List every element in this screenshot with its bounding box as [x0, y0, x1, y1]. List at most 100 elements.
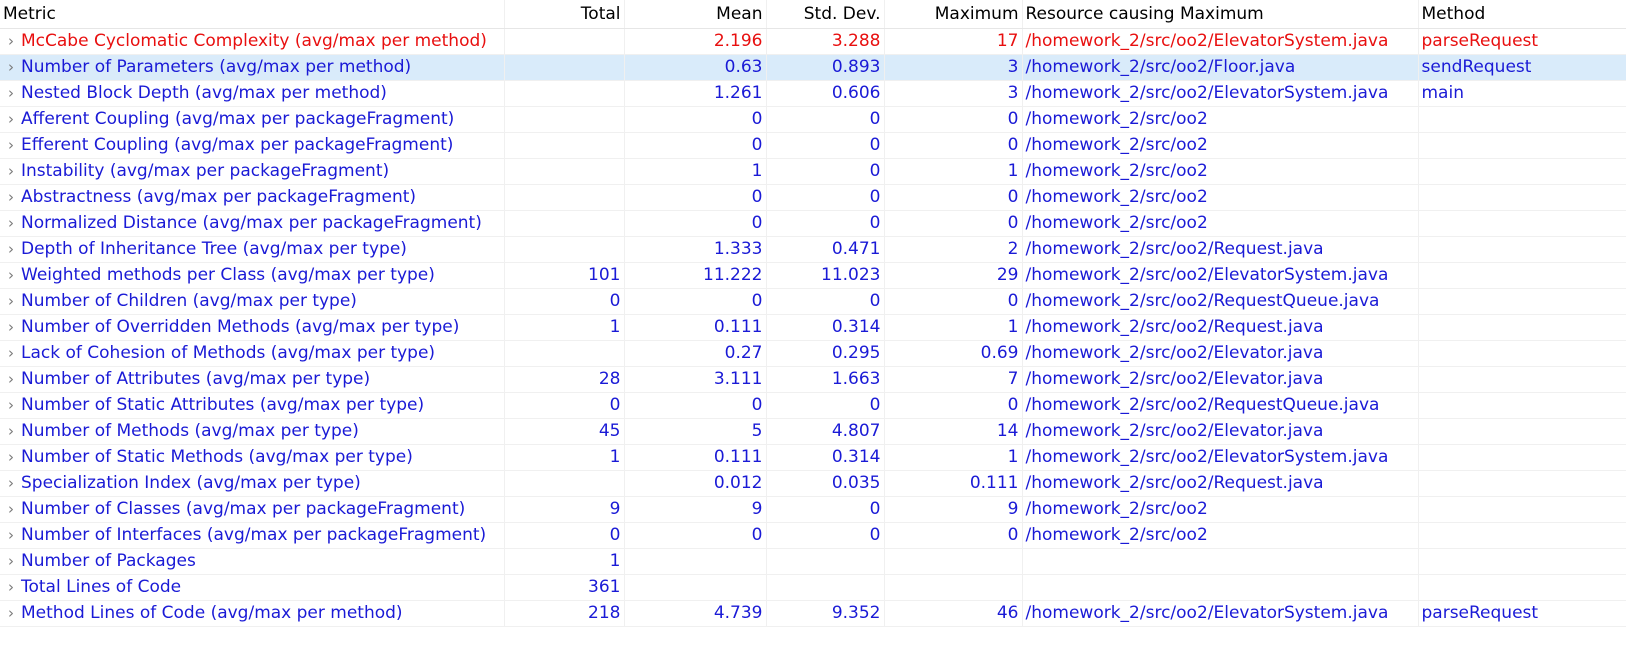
- column-header-maximum[interactable]: Maximum: [884, 0, 1023, 29]
- resource-cell: /homework_2/src/oo2: [1022, 158, 1419, 185]
- column-header-method[interactable]: Method: [1418, 0, 1626, 29]
- table-row[interactable]: › Method Lines of Code (avg/max per metho…: [0, 600, 1626, 627]
- metric-name-cell: › Nested Block Depth (avg/max per method): [0, 80, 505, 107]
- maximum-cell: 1: [884, 444, 1023, 471]
- chevron-right-icon[interactable]: ›: [3, 575, 19, 600]
- table-row[interactable]: › Number of Classes (avg/max per packageF…: [0, 496, 1626, 523]
- table-row[interactable]: › Specialization Index (avg/max per type)…: [0, 470, 1626, 497]
- total-cell: 45: [504, 418, 625, 445]
- table-row[interactable]: › Number of Static Methods (avg/max per t…: [0, 444, 1626, 471]
- table-row[interactable]: › Depth of Inheritance Tree (avg/max per …: [0, 236, 1626, 263]
- column-header-resource[interactable]: Resource causing Maximum: [1022, 0, 1419, 29]
- mean-cell: 0.012: [624, 470, 767, 497]
- chevron-right-icon[interactable]: ›: [3, 393, 19, 418]
- resource-cell: /homework_2/src/oo2: [1022, 132, 1419, 159]
- table-row[interactable]: › Number of Parameters (avg/max per metho…: [0, 54, 1626, 81]
- chevron-right-icon[interactable]: ›: [3, 55, 19, 80]
- chevron-right-icon[interactable]: ›: [3, 263, 19, 288]
- chevron-right-icon[interactable]: ›: [3, 81, 19, 106]
- table-row[interactable]: › McCabe Cyclomatic Complexity (avg/max p…: [0, 28, 1626, 55]
- total-cell: [504, 80, 625, 107]
- std-dev-cell: 9.352: [766, 600, 885, 627]
- chevron-right-icon[interactable]: ›: [3, 107, 19, 132]
- std-dev-cell: 0: [766, 288, 885, 315]
- resource-cell: /homework_2/src/oo2/Elevator.java: [1022, 418, 1419, 445]
- maximum-cell: 0: [884, 522, 1023, 549]
- table-row[interactable]: › Number of Attributes (avg/max per type)…: [0, 366, 1626, 393]
- total-cell: [504, 106, 625, 133]
- chevron-right-icon[interactable]: ›: [3, 419, 19, 444]
- std-dev-cell: 0.314: [766, 444, 885, 471]
- chevron-right-icon[interactable]: ›: [3, 159, 19, 184]
- metric-label: Lack of Cohesion of Methods (avg/max per…: [21, 343, 436, 363]
- std-dev-cell: 0.606: [766, 80, 885, 107]
- metric-label: Number of Packages: [21, 551, 196, 571]
- mean-cell: 0: [624, 184, 767, 211]
- chevron-right-icon[interactable]: ›: [3, 29, 19, 54]
- table-row[interactable]: › Number of Methods (avg/max per type) 45 5…: [0, 418, 1626, 445]
- metric-label: Efferent Coupling (avg/max per packageFr…: [21, 135, 454, 155]
- metric-label: Number of Static Methods (avg/max per ty…: [21, 447, 413, 467]
- mean-cell: 0.111: [624, 444, 767, 471]
- total-cell: [504, 236, 625, 263]
- method-cell: parseRequest: [1418, 28, 1626, 55]
- chevron-right-icon[interactable]: ›: [3, 367, 19, 392]
- total-cell: [504, 54, 625, 81]
- mean-cell: 0.27: [624, 340, 767, 367]
- metric-name-cell: › Weighted methods per Class (avg/max per…: [0, 262, 505, 289]
- column-header-mean[interactable]: Mean: [624, 0, 767, 29]
- column-header-metric[interactable]: Metric: [0, 0, 505, 29]
- mean-cell: 4.739: [624, 600, 767, 627]
- metric-label: Abstractness (avg/max per packageFragmen…: [21, 187, 417, 207]
- table-row[interactable]: › Total Lines of Code 361: [0, 574, 1626, 601]
- chevron-right-icon[interactable]: ›: [3, 237, 19, 262]
- std-dev-cell: 0: [766, 132, 885, 159]
- column-header-std-dev[interactable]: Std. Dev.: [766, 0, 885, 29]
- resource-cell: /homework_2/src/oo2/ElevatorSystem.java: [1022, 600, 1419, 627]
- mean-cell: 0: [624, 288, 767, 315]
- chevron-right-icon[interactable]: ›: [3, 549, 19, 574]
- table-row[interactable]: › Weighted methods per Class (avg/max per…: [0, 262, 1626, 289]
- resource-cell: /homework_2/src/oo2/Floor.java: [1022, 54, 1419, 81]
- chevron-right-icon[interactable]: ›: [3, 341, 19, 366]
- maximum-cell: 0: [884, 106, 1023, 133]
- mean-cell: 1.333: [624, 236, 767, 263]
- table-row[interactable]: › Efferent Coupling (avg/max per packageF…: [0, 132, 1626, 159]
- metric-name-cell: › Specialization Index (avg/max per type): [0, 470, 505, 497]
- table-row[interactable]: › Abstractness (avg/max per packageFragme…: [0, 184, 1626, 211]
- maximum-cell: 1: [884, 158, 1023, 185]
- table-row[interactable]: › Normalized Distance (avg/max per packag…: [0, 210, 1626, 237]
- table-row[interactable]: › Number of Interfaces (avg/max per packa…: [0, 522, 1626, 549]
- chevron-right-icon[interactable]: ›: [3, 133, 19, 158]
- table-row[interactable]: › Number of Static Attributes (avg/max pe…: [0, 392, 1626, 419]
- metric-label: Depth of Inheritance Tree (avg/max per t…: [21, 239, 407, 259]
- column-header-total[interactable]: Total: [504, 0, 625, 29]
- chevron-right-icon[interactable]: ›: [3, 211, 19, 236]
- header-row: Metric Total Mean Std. Dev. Maximum Reso…: [0, 0, 1626, 29]
- method-cell: [1418, 314, 1626, 341]
- table-row[interactable]: › Number of Children (avg/max per type) 0 0…: [0, 288, 1626, 315]
- chevron-right-icon[interactable]: ›: [3, 445, 19, 470]
- metric-label: Number of Interfaces (avg/max per packag…: [21, 525, 487, 545]
- metric-label: Number of Methods (avg/max per type): [21, 421, 359, 441]
- chevron-right-icon[interactable]: ›: [3, 471, 19, 496]
- chevron-right-icon[interactable]: ›: [3, 315, 19, 340]
- chevron-right-icon[interactable]: ›: [3, 523, 19, 548]
- table-row[interactable]: › Afferent Coupling (avg/max per packageF…: [0, 106, 1626, 133]
- metric-name-cell: › Number of Packages: [0, 548, 505, 575]
- chevron-right-icon[interactable]: ›: [3, 497, 19, 522]
- maximum-cell: 0: [884, 392, 1023, 419]
- resource-cell: /homework_2/src/oo2: [1022, 210, 1419, 237]
- chevron-right-icon[interactable]: ›: [3, 185, 19, 210]
- table-row[interactable]: › Nested Block Depth (avg/max per method)…: [0, 80, 1626, 107]
- chevron-right-icon[interactable]: ›: [3, 601, 19, 626]
- table-row[interactable]: › Number of Overridden Methods (avg/max p…: [0, 314, 1626, 341]
- chevron-right-icon[interactable]: ›: [3, 289, 19, 314]
- std-dev-cell: 3.288: [766, 28, 885, 55]
- table-row[interactable]: › Lack of Cohesion of Methods (avg/max pe…: [0, 340, 1626, 367]
- method-cell: [1418, 262, 1626, 289]
- table-row[interactable]: › Number of Packages 1: [0, 548, 1626, 575]
- std-dev-cell: 0: [766, 210, 885, 237]
- table-row[interactable]: › Instability (avg/max per packageFragmen…: [0, 158, 1626, 185]
- method-cell: [1418, 132, 1626, 159]
